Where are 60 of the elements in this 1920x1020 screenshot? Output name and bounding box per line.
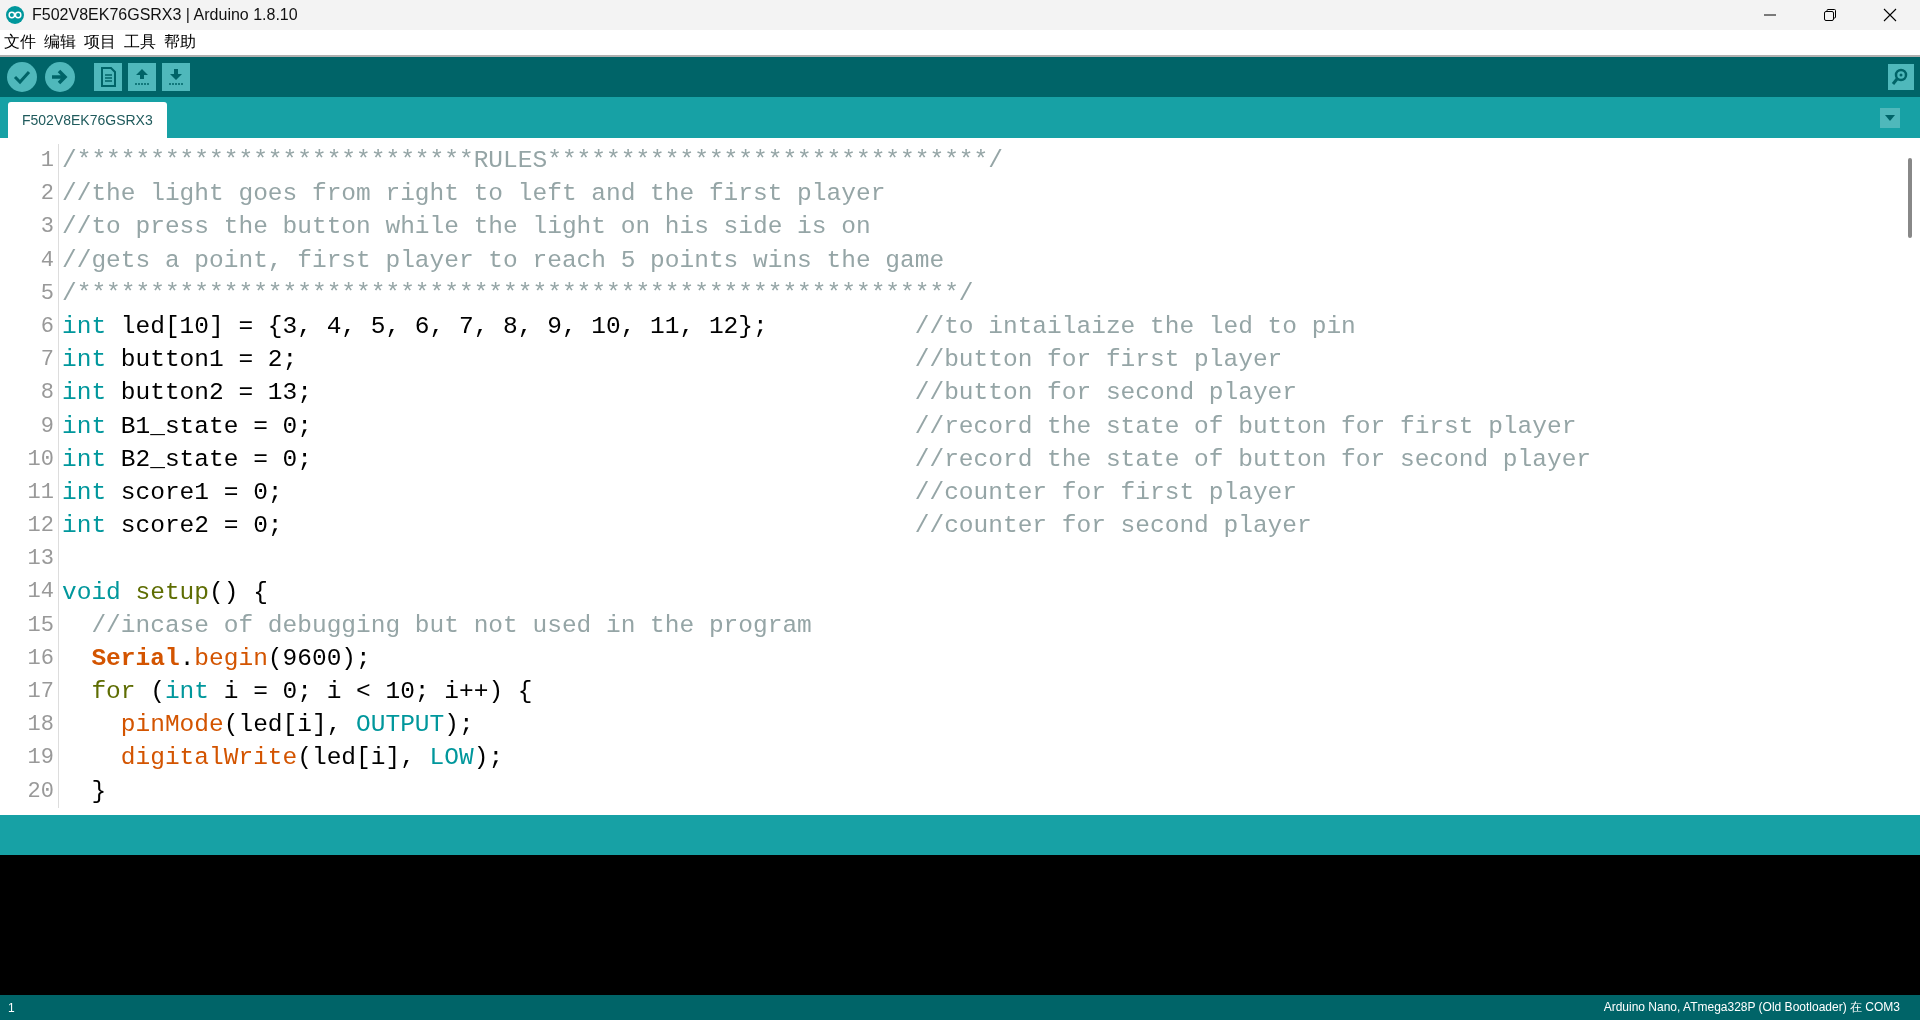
line-number: 17 [0, 675, 59, 709]
line-number: 19 [0, 741, 59, 775]
line-number: 12 [0, 509, 59, 543]
serial-monitor-button[interactable] [1888, 64, 1914, 90]
line-number: 15 [0, 608, 59, 642]
line-number: 7 [0, 343, 59, 377]
code-line: pinMode(led[i], OUTPUT); [119, 711, 474, 739]
menu-item[interactable]: 工具 [120, 32, 160, 53]
line-number: 6 [0, 309, 59, 344]
code-line: int score2 = 0; //counter for second player [61, 512, 1312, 540]
line-number: 1 [0, 144, 59, 178]
line-number: 13 [0, 542, 59, 576]
line-number: 5 [0, 276, 59, 310]
tab-menu-button[interactable] [1880, 107, 1900, 128]
editor-tab[interactable]: F502V8EK76GSRX3 [8, 102, 167, 138]
code-line: for (int i = 0; i < 10; i++) { [90, 678, 533, 706]
code-line: /************************************************************/ [61, 279, 974, 307]
code-line: int score1 = 0; //counter for first player [61, 478, 1297, 506]
line-number: 4 [0, 243, 59, 277]
code-line: /***************************RULES******************************/ [61, 147, 1003, 175]
menu-item[interactable]: 帮助 [160, 32, 200, 53]
board-info: Arduino Nano, ATmega328P (Old Bootloader) 在 COM3 [1603, 999, 1900, 1016]
menu-item[interactable]: 编辑 [40, 32, 80, 53]
open-button[interactable] [128, 63, 156, 91]
code-line: digitalWrite(led[i], LOW); [119, 744, 504, 772]
line-number: 20 [0, 774, 59, 808]
line-number: 16 [0, 641, 59, 675]
verify-button[interactable] [6, 61, 38, 93]
caret-icon [1884, 113, 1896, 122]
code-line: int led[10] = {3, 4, 5, 6, 7, 8, 9, 10, 11, 12}; //to intailaize the led to pin [61, 313, 1356, 341]
code-line: int button2 = 13; //button for second player [61, 379, 1297, 407]
window-title: F502V8EK76GSRX3 | Arduino 1.8.10 [32, 6, 299, 24]
line-number: 11 [0, 475, 59, 510]
code-line: int button1 = 2; //button for first player [61, 346, 1283, 374]
new-file-button[interactable] [94, 63, 122, 91]
scrollbar[interactable] [1908, 158, 1912, 238]
code-line: //to press the button while the light on his side is on [61, 213, 871, 241]
app-logo-icon [6, 6, 24, 24]
code-line: //gets a point, first player to reach 5 points wins the game [61, 246, 945, 274]
upload-button[interactable] [44, 61, 76, 93]
restore-icon [1823, 8, 1837, 22]
code-line: int B2_state = 0; //record the state of button for second player [61, 445, 1592, 473]
line-number: 2 [0, 177, 59, 211]
close-icon [1883, 8, 1897, 22]
line-number: 9 [0, 409, 59, 443]
save-button[interactable] [162, 63, 190, 91]
menu-item[interactable]: 项目 [80, 32, 120, 53]
line-indicator: 1 [8, 1000, 15, 1015]
code-line: void setup() { [61, 578, 268, 606]
code-line: //incase of debugging but not used in the program [90, 611, 812, 639]
code-line: int B1_state = 0; //record the state of button for first player [61, 412, 1577, 440]
code-line: Serial.begin(9600); [90, 644, 371, 672]
code-line: } [90, 777, 107, 805]
code-line: //the light goes from right to left and the first player [61, 180, 886, 208]
line-number: 14 [0, 575, 59, 609]
line-number: 10 [0, 442, 59, 476]
line-number: 3 [0, 210, 59, 244]
line-number: 18 [0, 708, 59, 742]
menu-item[interactable]: 文件 [0, 32, 40, 53]
line-number: 8 [0, 376, 59, 410]
